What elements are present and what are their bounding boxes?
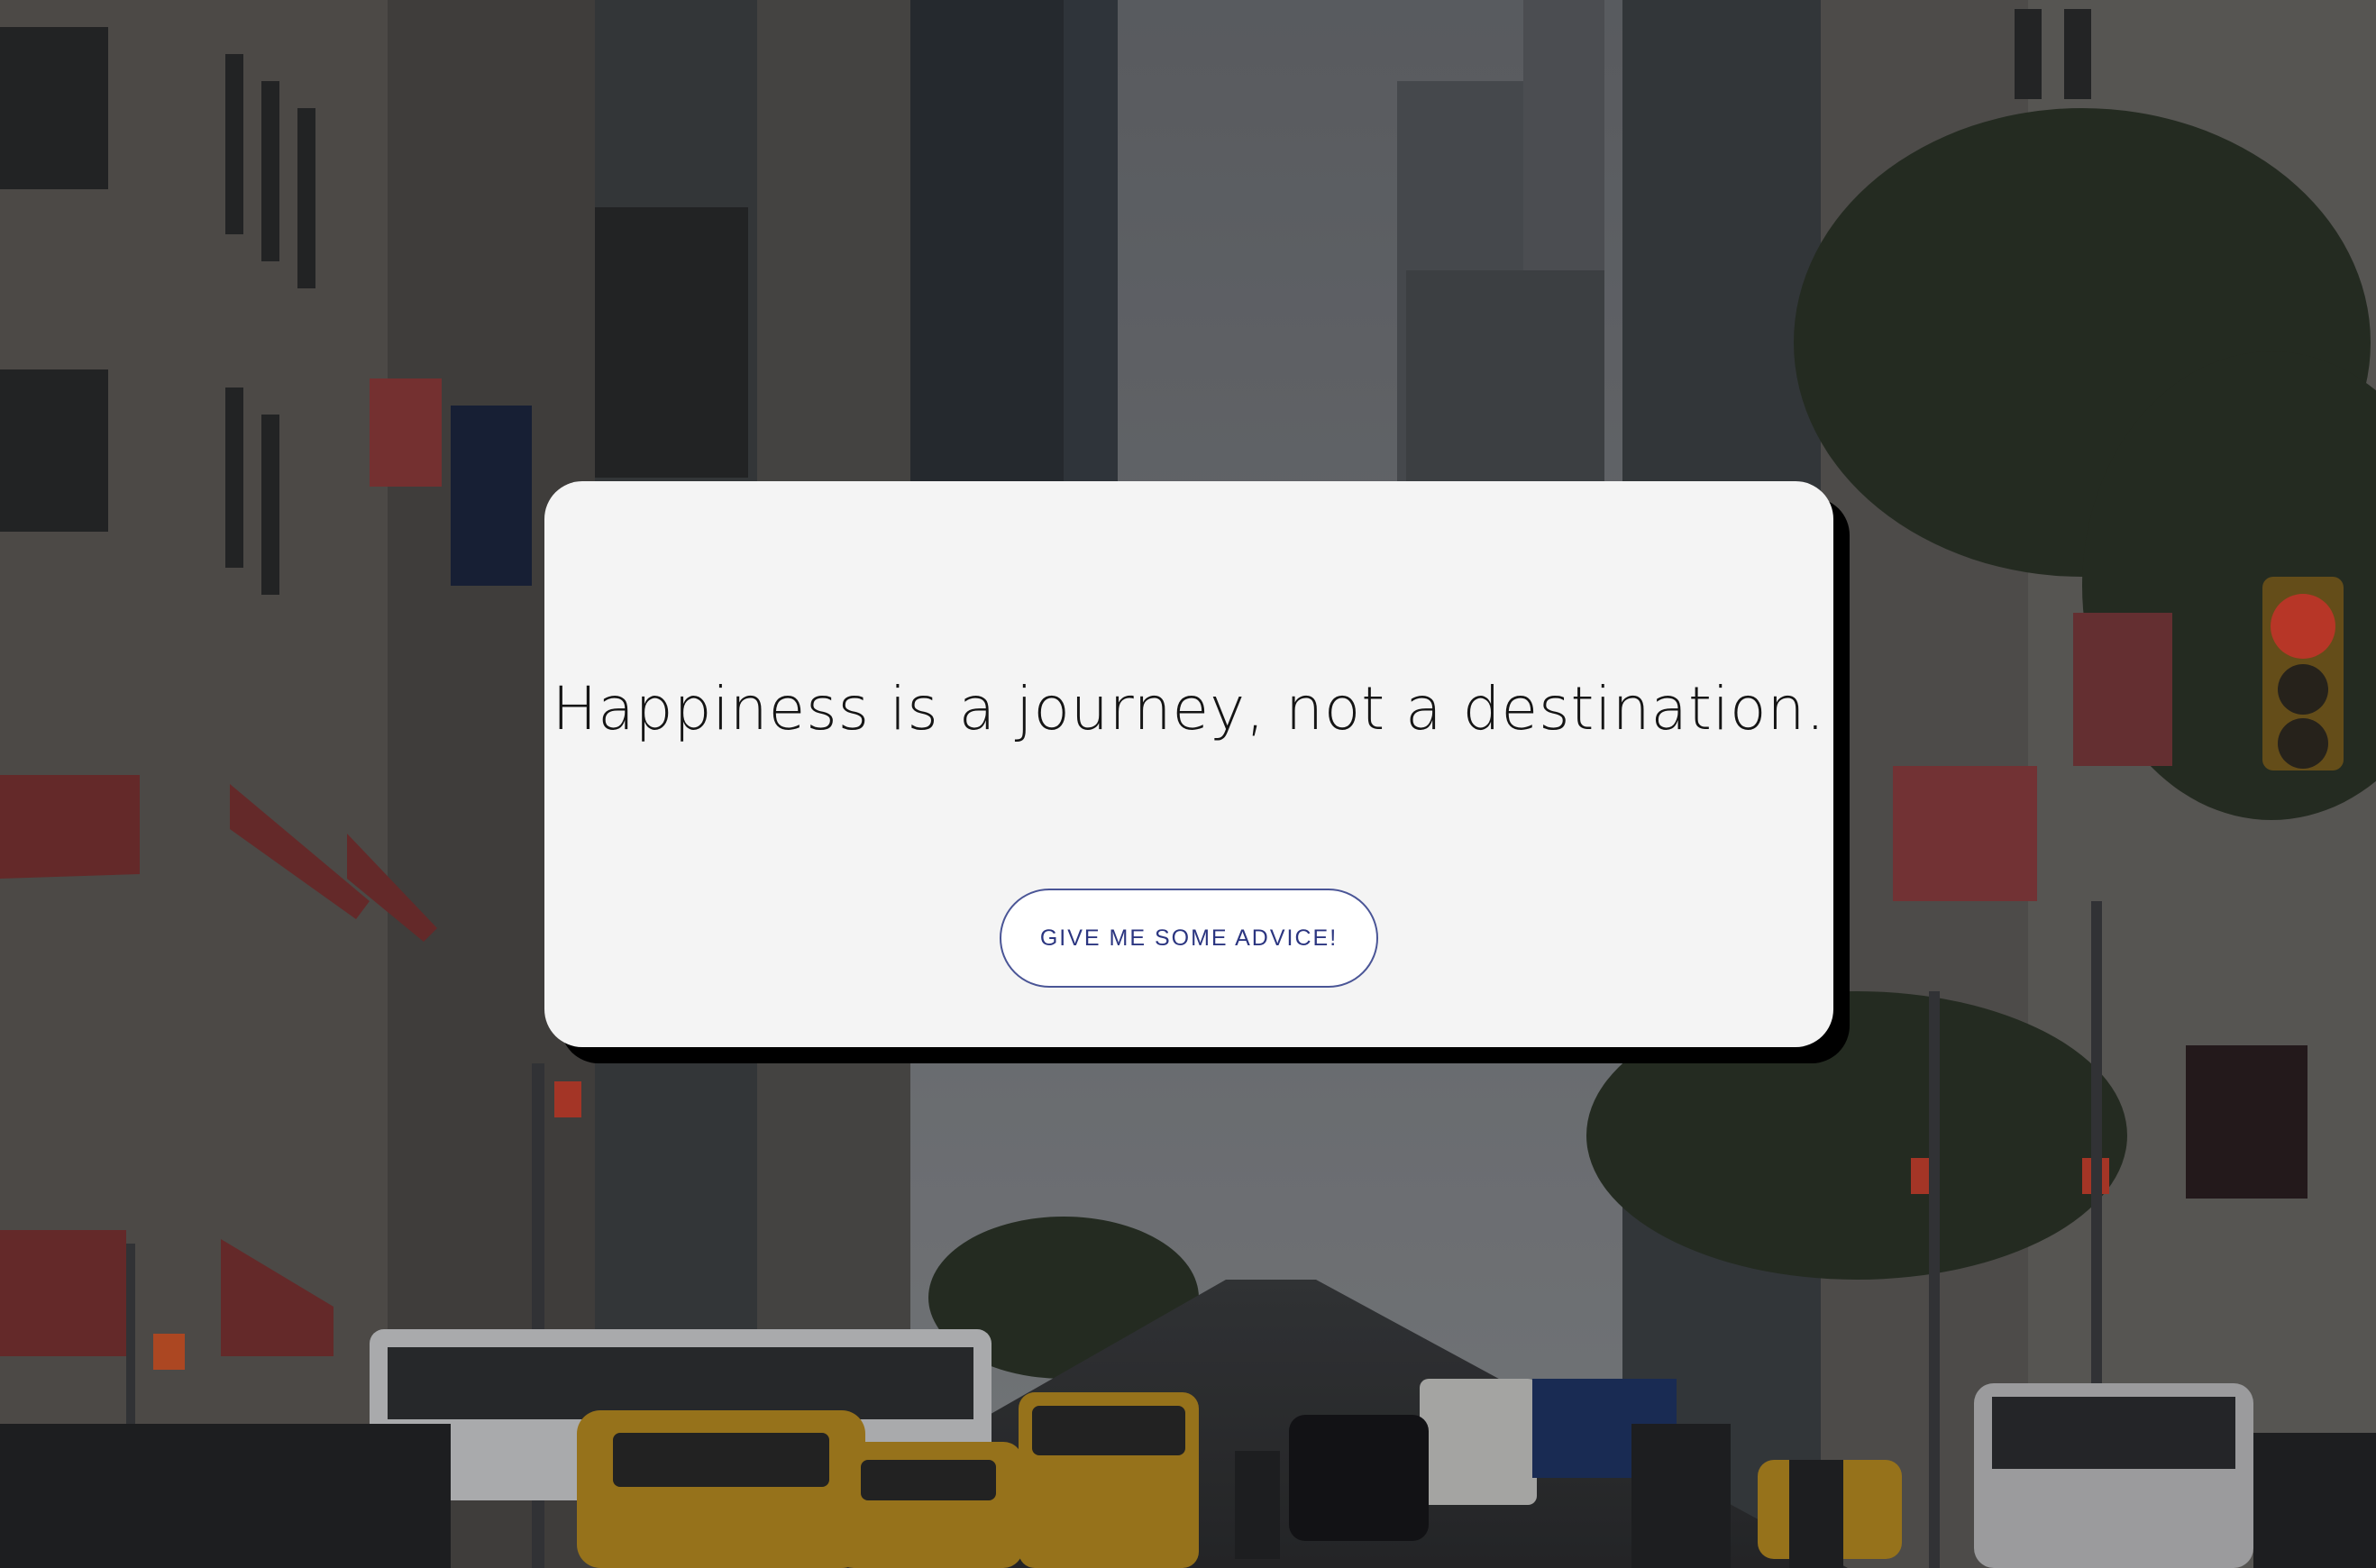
advice-card: Happiness is a journey, not a destinatio… — [544, 481, 1833, 1047]
give-advice-button[interactable]: GIVE ME SOME ADVICE! — [1000, 889, 1378, 988]
advice-quote: Happiness is a journey, not a destinatio… — [552, 674, 1826, 743]
